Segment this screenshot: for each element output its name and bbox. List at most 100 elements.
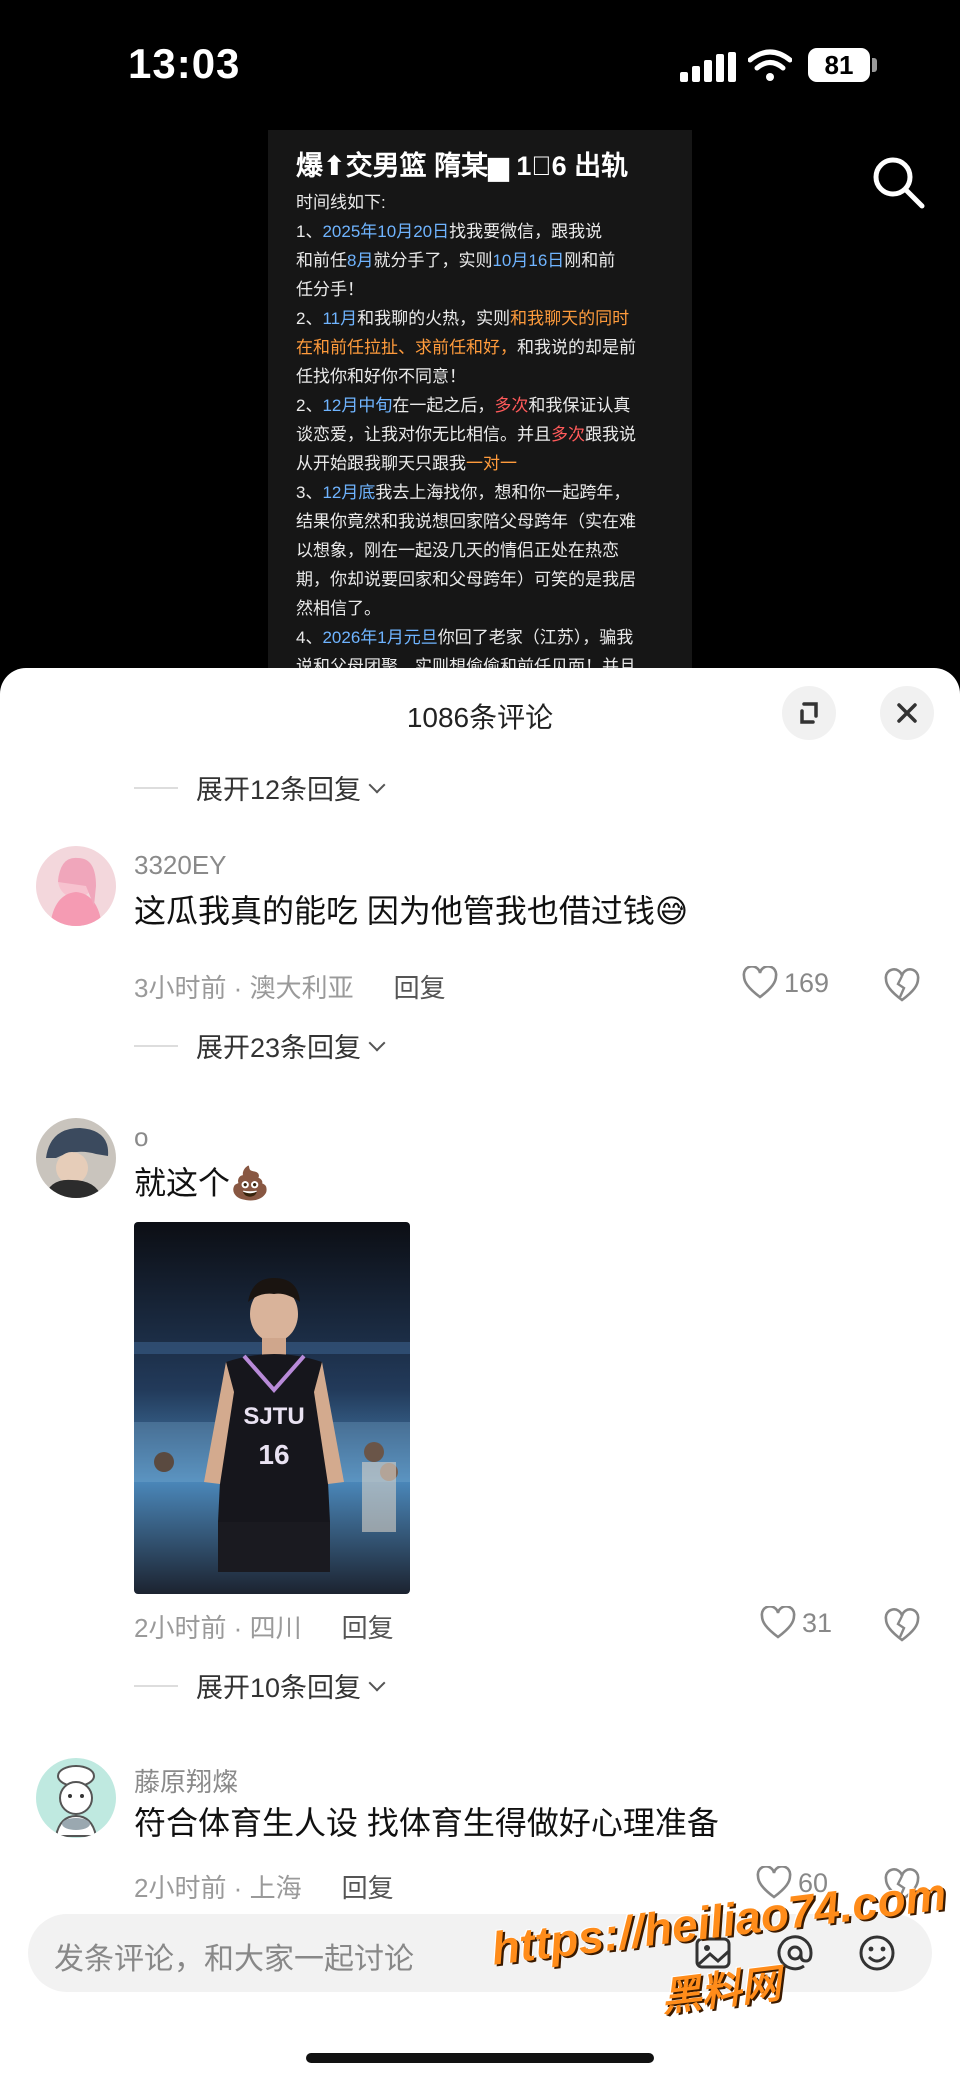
battery-cap [872, 58, 877, 72]
video-text-segment: 在一起之后， [392, 396, 495, 415]
wifi-icon [748, 49, 792, 81]
comment-input-placeholder: 发条评论，和大家一起讨论 [54, 1943, 414, 1976]
video-text-segment: 1、 [296, 222, 323, 241]
basketball-player-photo: SJTU 16 [134, 1222, 410, 1594]
reply-button[interactable]: 回复 [342, 1873, 394, 1903]
home-indicator[interactable] [306, 2053, 654, 2063]
chevron-down-icon [368, 1034, 386, 1051]
expand-replies-label: 展开12条回复 [196, 775, 362, 805]
video-text-line: 1、2025年10月20日找我要微信，跟我说 [296, 217, 676, 246]
video-text-segment: 4、 [296, 628, 323, 647]
video-text-segment: 你回了老家（江苏），骗我 [437, 628, 634, 647]
expand-replies-label: 展开23条回复 [196, 1033, 362, 1063]
heart-icon [760, 1606, 796, 1639]
reply-button[interactable]: 回复 [394, 973, 446, 1003]
video-text-line: 谈恋爱，让我对你无比相信。并且多次跟我说 [296, 420, 676, 449]
video-text-segment: 多次 [494, 396, 529, 415]
video-text-segment: 结果你竟然和我说想回家陪父母跨年（实在难 [296, 512, 636, 531]
video-text-line: 以想象，刚在一起没几天的情侣正处在热恋 [296, 536, 676, 565]
video-text-segment: 和我聊天的同时 [510, 309, 630, 328]
like-button[interactable]: 31 [760, 1606, 832, 1640]
video-text-segment: 期，你却说要回家和父母跨年）可笑的是我居 [296, 570, 636, 589]
replies-divider [134, 1044, 178, 1047]
video-text-line: 结果你竟然和我说想回家陪父母跨年（实在难 [296, 507, 676, 536]
comment-meta: 3小时前 · 澳大利亚 回复 [134, 968, 446, 1005]
video-text-line: 在和前任拉扯、求前任和好，和我说的却是前 [296, 333, 676, 362]
video-text-segment: 8月 [347, 251, 374, 270]
avatar-image [36, 1118, 116, 1198]
expand-button[interactable] [782, 686, 836, 740]
avatar[interactable] [36, 1758, 116, 1838]
comment-meta: 2小时前 · 四川 回复 [134, 1608, 394, 1645]
comment-username[interactable]: 3320EY [134, 850, 227, 881]
video-text-segment: 任找你和好你不同意！ [296, 367, 466, 386]
avatar[interactable] [36, 1118, 116, 1198]
avatar-image [36, 1758, 116, 1838]
video-text-segment: 就分手了，实则 [373, 251, 493, 270]
replies-divider [134, 786, 178, 789]
video-text-line: 从开始跟我聊天只跟我一对一 [296, 449, 676, 478]
watermark: https://heiliao74.com 黑料网 [489, 1867, 949, 2020]
video-text-line: 期，你却说要回家和父母跨年）可笑的是我居 [296, 565, 676, 594]
comment-time-location: 3小时前 · 澳大利亚 [134, 973, 354, 1003]
close-icon [897, 703, 917, 723]
search-icon[interactable] [868, 152, 928, 212]
video-text-segment: 2、 [296, 396, 323, 415]
video-text-segment: 和前任 [296, 251, 347, 270]
like-button[interactable]: 169 [742, 966, 829, 1000]
comment-username[interactable]: o [134, 1122, 148, 1153]
video-text-line: 2、12月中旬在一起之后，多次和我保证认真 [296, 391, 676, 420]
expand-replies-toggle[interactable]: 展开23条回复 [134, 1026, 386, 1065]
video-text-segment: 和我聊的火热，实则 [357, 309, 511, 328]
video-text-segment: 我去上海找你，想和你一起跨年， [375, 483, 631, 502]
jersey-number-text: 16 [258, 1439, 289, 1470]
comment-text: 就这个💩 [134, 1158, 270, 1204]
comment-username[interactable]: 藤原翔燦 [134, 1762, 238, 1799]
like-count: 31 [802, 1607, 833, 1638]
avatar-image [36, 846, 116, 926]
video-text-line: 2、11月和我聊的火热，实则和我聊天的同时 [296, 304, 676, 333]
video-text-line: 时间线如下: [296, 188, 676, 217]
broken-heart-icon[interactable] [884, 1608, 920, 1644]
video-text-segment: 一对一 [466, 454, 517, 473]
avatar[interactable] [36, 846, 116, 926]
video-post-image[interactable]: 爆⬆交男篮 隋某▆ 1⃣6 出轨 时间线如下: 1、2025年10月20日找我要微… [268, 130, 692, 670]
expand-replies-toggle[interactable]: 展开12条回复 [134, 768, 386, 807]
expand-icon [800, 702, 818, 724]
video-text-segment: 谈恋爱，让我对你无比相信。并且 [296, 425, 551, 444]
video-text-line: 然相信了。 [296, 594, 676, 623]
video-text-segment: 12月中旬 [322, 396, 393, 415]
heart-icon [742, 966, 778, 999]
video-text-segment: 在和前任拉扯、求前任和好， [296, 338, 517, 357]
video-text-segment: 2026年1月元旦 [322, 628, 438, 647]
chevron-down-icon [368, 776, 386, 793]
replies-divider [134, 1684, 178, 1687]
video-text-segment: 和我保证认真 [528, 396, 631, 415]
video-text-segment: 10月16日 [492, 251, 565, 270]
comment-time-location: 2小时前 · 四川 [134, 1613, 302, 1643]
video-text-line: 4、2026年1月元旦你回了老家（江苏），骗我 [296, 623, 676, 652]
video-text-segment: 时间线如下: [296, 193, 386, 212]
video-text-segment: 2、 [296, 309, 323, 328]
video-text-segment: 和我说的却是前 [517, 338, 636, 357]
broken-heart-icon[interactable] [884, 968, 920, 1004]
reply-button[interactable]: 回复 [342, 1613, 394, 1643]
jersey-team-text: SJTU [243, 1403, 304, 1430]
close-button[interactable] [880, 686, 934, 740]
comment-photo[interactable]: SJTU 16 [134, 1222, 410, 1594]
expand-replies-toggle[interactable]: 展开10条回复 [134, 1666, 386, 1705]
like-count: 169 [784, 967, 830, 998]
video-text-segment: 以想象，刚在一起没几天的情侣正处在热恋 [296, 541, 619, 560]
poop-emoji: 💩 [230, 1165, 270, 1201]
expand-replies-label: 展开10条回复 [196, 1673, 362, 1703]
video-text-line: 3、12月底我去上海找你，想和你一起跨年， [296, 478, 676, 507]
video-text-segment: 12月底 [322, 483, 376, 502]
video-text-line: 和前任8月就分手了，实则10月16日刚和前 [296, 246, 676, 275]
video-text-segment: 任分手！ [296, 280, 364, 299]
comment-body: 这瓜我真的能吃 因为他管我也借过钱 [134, 893, 655, 929]
video-title: 爆⬆交男篮 隋某▆ 1⃣6 出轨 [296, 151, 629, 181]
video-text-segment: 3、 [296, 483, 323, 502]
video-text-segment: 2025年10月20日 [322, 222, 450, 241]
status-bar: 13:03 81 [0, 0, 960, 130]
video-text-segment: 从开始跟我聊天只跟我 [296, 454, 466, 473]
